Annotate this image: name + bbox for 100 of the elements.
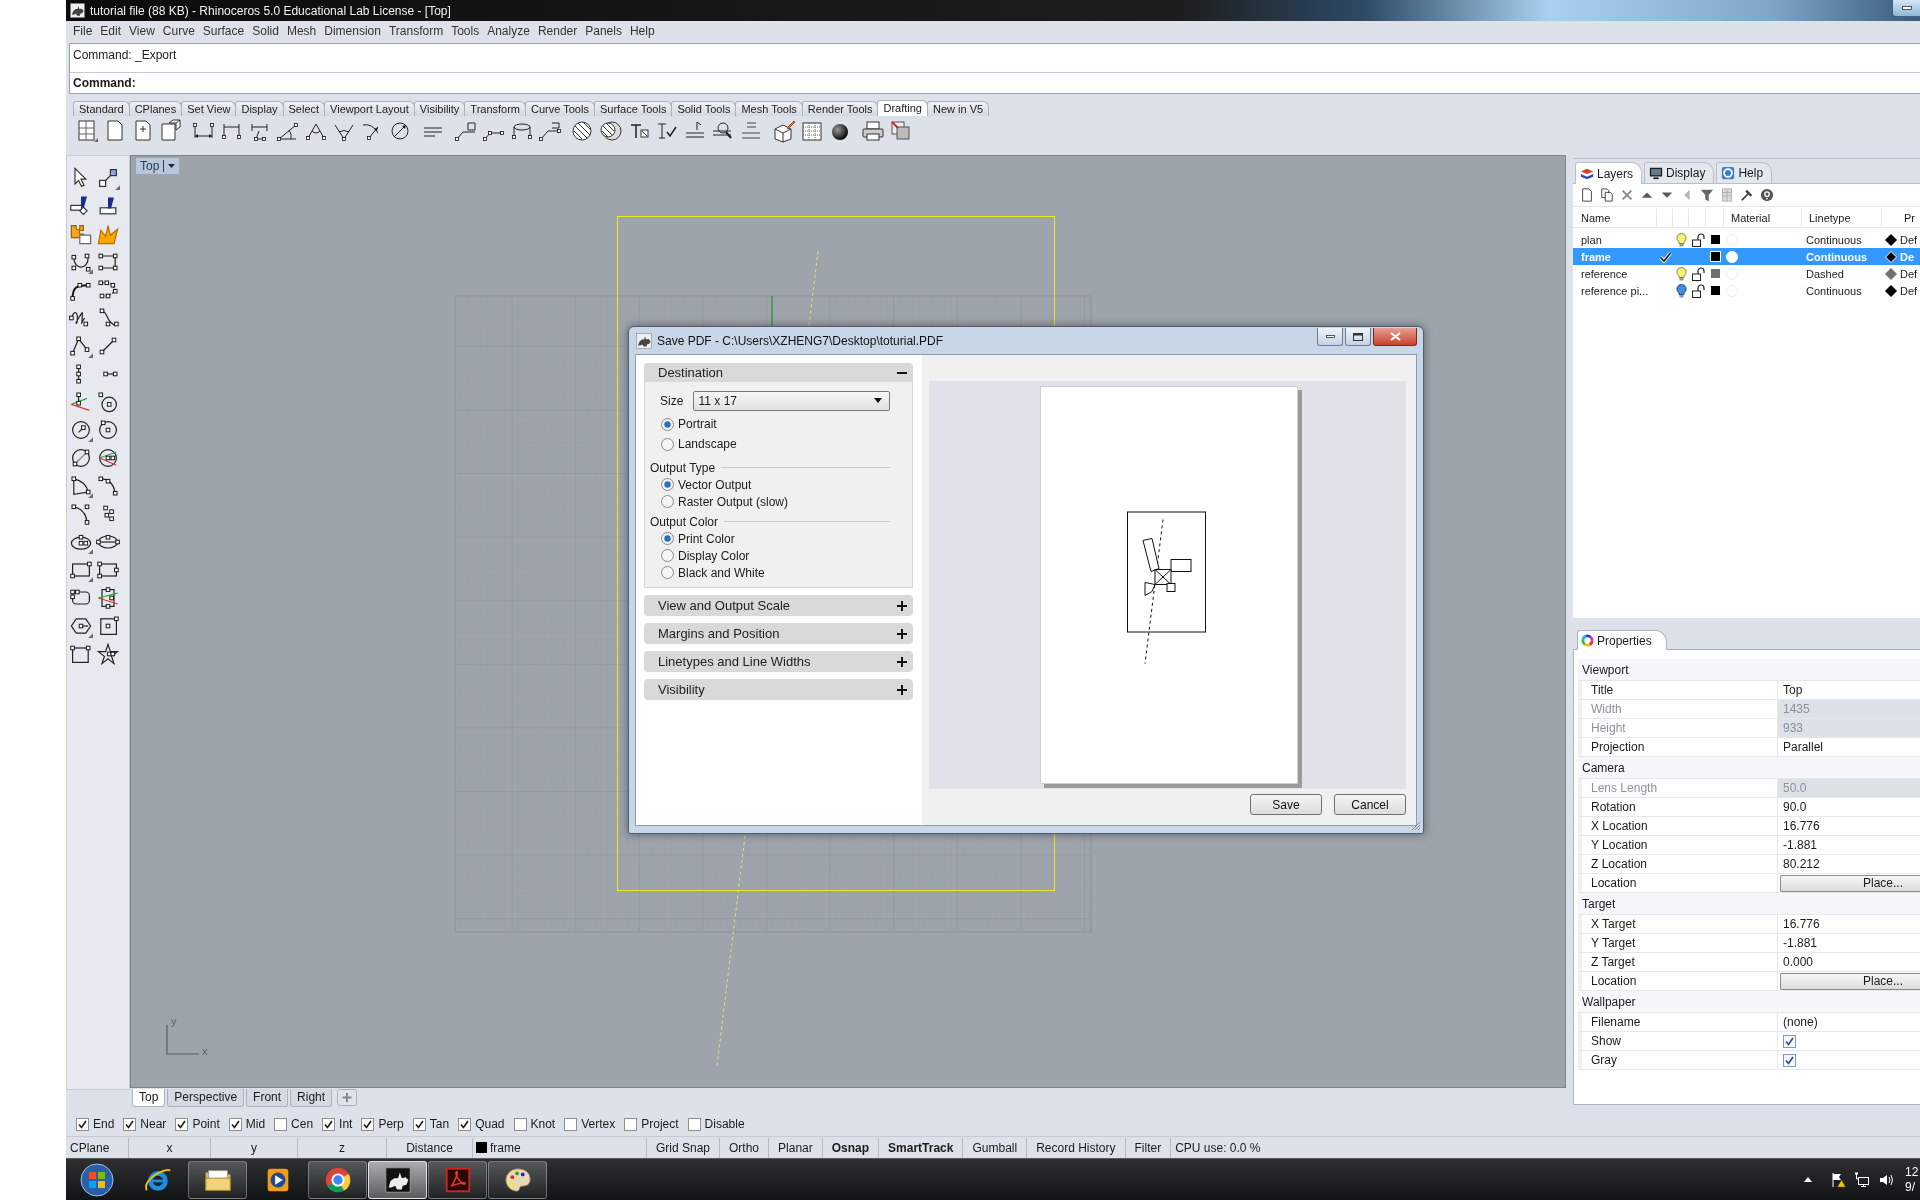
taskbar-button[interactable] bbox=[488, 1160, 547, 1199]
diamond-icon[interactable] bbox=[1885, 284, 1897, 297]
osnap-checkbox[interactable] bbox=[76, 1117, 89, 1131]
menu-item[interactable]: Tools bbox=[447, 23, 484, 38]
section-header[interactable]: Visibility bbox=[644, 679, 913, 700]
lightbulb-icon[interactable] bbox=[1675, 266, 1687, 281]
taskbar-button[interactable] bbox=[188, 1160, 247, 1199]
column-header[interactable]: Name bbox=[1573, 209, 1657, 228]
osnap-label[interactable]: Perp bbox=[378, 1117, 404, 1131]
cube-pencil-icon[interactable] bbox=[772, 119, 796, 143]
radio-button[interactable] bbox=[661, 437, 674, 451]
dialog-button[interactable]: Save bbox=[1250, 794, 1322, 815]
osnap-checkbox[interactable] bbox=[175, 1117, 189, 1131]
osnap-checkbox[interactable] bbox=[228, 1117, 242, 1131]
viewport-tab[interactable]: Right bbox=[290, 1089, 333, 1107]
monitor-plug-icon[interactable] bbox=[1854, 1171, 1870, 1188]
printer-icon[interactable] bbox=[861, 119, 885, 143]
lightbulb-icon[interactable] bbox=[1675, 232, 1687, 247]
menu-item[interactable]: Transform bbox=[384, 23, 448, 38]
layer-stack-icon[interactable] bbox=[889, 119, 913, 143]
toolbar-tab[interactable]: Surface Tools bbox=[593, 101, 673, 116]
hammer-icon[interactable] bbox=[1740, 188, 1754, 202]
radio-label[interactable]: Print Color bbox=[678, 531, 735, 546]
menu-item[interactable]: Solid bbox=[248, 23, 283, 38]
osnap-label[interactable]: Tan bbox=[429, 1117, 450, 1131]
osnap-label[interactable]: Point bbox=[192, 1117, 220, 1131]
menu-item[interactable]: Curve bbox=[158, 23, 199, 38]
menu-item[interactable]: Mesh bbox=[282, 23, 321, 38]
toolbar-tab[interactable]: Mesh Tools bbox=[735, 101, 803, 116]
osnap-label[interactable]: Mid bbox=[245, 1117, 266, 1131]
page-grid-icon[interactable] bbox=[75, 119, 99, 143]
checkbox[interactable] bbox=[1783, 1053, 1796, 1067]
checkbox[interactable] bbox=[1783, 1034, 1796, 1048]
panel-tab[interactable]: Help bbox=[1716, 162, 1773, 183]
status-toggle[interactable]: Osnap bbox=[822, 1137, 880, 1158]
menu-item[interactable]: Help bbox=[625, 23, 659, 38]
flag-warning-icon[interactable] bbox=[1830, 1171, 1846, 1188]
place-button[interactable]: Place... bbox=[1780, 874, 1920, 892]
viewport-tab[interactable]: Perspective bbox=[167, 1089, 245, 1107]
menu-item[interactable]: Dimension bbox=[320, 23, 385, 38]
menu-item[interactable]: Analyze bbox=[483, 23, 534, 38]
osnap-checkbox[interactable] bbox=[624, 1117, 638, 1131]
circle-icon[interactable] bbox=[69, 446, 93, 470]
taskbar-button[interactable] bbox=[368, 1160, 427, 1199]
filter-button[interactable]: Filter bbox=[1125, 1137, 1172, 1158]
puzzle-icon[interactable] bbox=[69, 222, 93, 246]
section-header[interactable]: Destination bbox=[644, 363, 913, 382]
viewport-tab[interactable]: Front bbox=[246, 1089, 289, 1107]
osnap-checkbox[interactable] bbox=[322, 1117, 336, 1131]
padlock-icon[interactable] bbox=[1690, 232, 1705, 247]
toolbar-tab[interactable]: Standard bbox=[73, 101, 130, 116]
osnap-label[interactable]: Disable bbox=[704, 1117, 745, 1131]
page-cube-icon[interactable] bbox=[159, 119, 183, 143]
toolbar-tab[interactable]: Transform bbox=[464, 101, 527, 116]
status-toggle[interactable]: Grid Snap bbox=[647, 1137, 721, 1158]
status-toggle[interactable]: Planar bbox=[769, 1137, 823, 1158]
menu-item[interactable]: Edit bbox=[96, 23, 126, 38]
points-line-icon[interactable] bbox=[96, 166, 120, 190]
swatch-icon[interactable] bbox=[1709, 285, 1721, 296]
place-button[interactable]: Place... bbox=[1780, 972, 1920, 990]
toolbar-tab[interactable]: Visibility bbox=[413, 101, 466, 116]
osnap-label[interactable]: End bbox=[93, 1117, 115, 1131]
toolbar-tab[interactable]: Display bbox=[235, 101, 284, 116]
column-header[interactable]: Linetype bbox=[1802, 209, 1882, 228]
osnap-checkbox[interactable] bbox=[274, 1117, 288, 1131]
radio-button[interactable] bbox=[661, 532, 674, 545]
osnap-label[interactable]: Vertex bbox=[581, 1117, 616, 1131]
osnap-checkbox[interactable] bbox=[564, 1117, 578, 1131]
sector-icon[interactable] bbox=[69, 474, 93, 498]
minimize-button[interactable] bbox=[1892, 0, 1920, 17]
minimize-button[interactable] bbox=[1317, 328, 1343, 346]
osnap-label[interactable]: Cen bbox=[291, 1117, 314, 1131]
viewport-title-button[interactable]: Top bbox=[136, 158, 180, 174]
layer-row[interactable]: reference Dashed Def bbox=[1573, 265, 1920, 282]
radio-button[interactable] bbox=[661, 417, 674, 431]
osnap-label[interactable]: Int bbox=[339, 1117, 353, 1131]
filter-icon[interactable] bbox=[1700, 188, 1714, 202]
layer-row[interactable]: reference pi... Continuous Def bbox=[1573, 282, 1920, 299]
osnap-checkbox[interactable] bbox=[687, 1117, 701, 1131]
delete-icon[interactable] bbox=[1620, 188, 1634, 202]
command-field[interactable]: Command: bbox=[70, 73, 1920, 93]
rectangle-arrows-icon[interactable] bbox=[96, 586, 120, 610]
toolbar-tab[interactable]: New in V5 bbox=[927, 101, 990, 116]
menu-item[interactable]: Surface bbox=[198, 23, 249, 38]
viewport-tab[interactable]: Top bbox=[132, 1089, 166, 1107]
radio-label[interactable]: Portrait bbox=[678, 417, 717, 431]
page-icon[interactable] bbox=[1580, 188, 1594, 202]
menu-item[interactable]: Render bbox=[533, 23, 582, 38]
osnap-checkbox[interactable] bbox=[513, 1117, 527, 1131]
radio-label[interactable]: Raster Output (slow) bbox=[678, 494, 789, 509]
toolbar-tab[interactable]: CPlanes bbox=[128, 101, 183, 116]
panel-tab[interactable]: Properties bbox=[1577, 630, 1667, 650]
circle-icon[interactable] bbox=[69, 418, 93, 442]
section-header[interactable]: Margins and Position bbox=[644, 623, 913, 644]
radio-label[interactable]: Display Color bbox=[678, 548, 750, 563]
resize-grip-icon[interactable] bbox=[1411, 821, 1421, 831]
swatch-icon[interactable] bbox=[1709, 234, 1721, 245]
osnap-label[interactable]: Quad bbox=[475, 1117, 505, 1131]
osnap-checkbox[interactable] bbox=[412, 1117, 426, 1131]
column-header[interactable]: Material bbox=[1724, 209, 1802, 228]
